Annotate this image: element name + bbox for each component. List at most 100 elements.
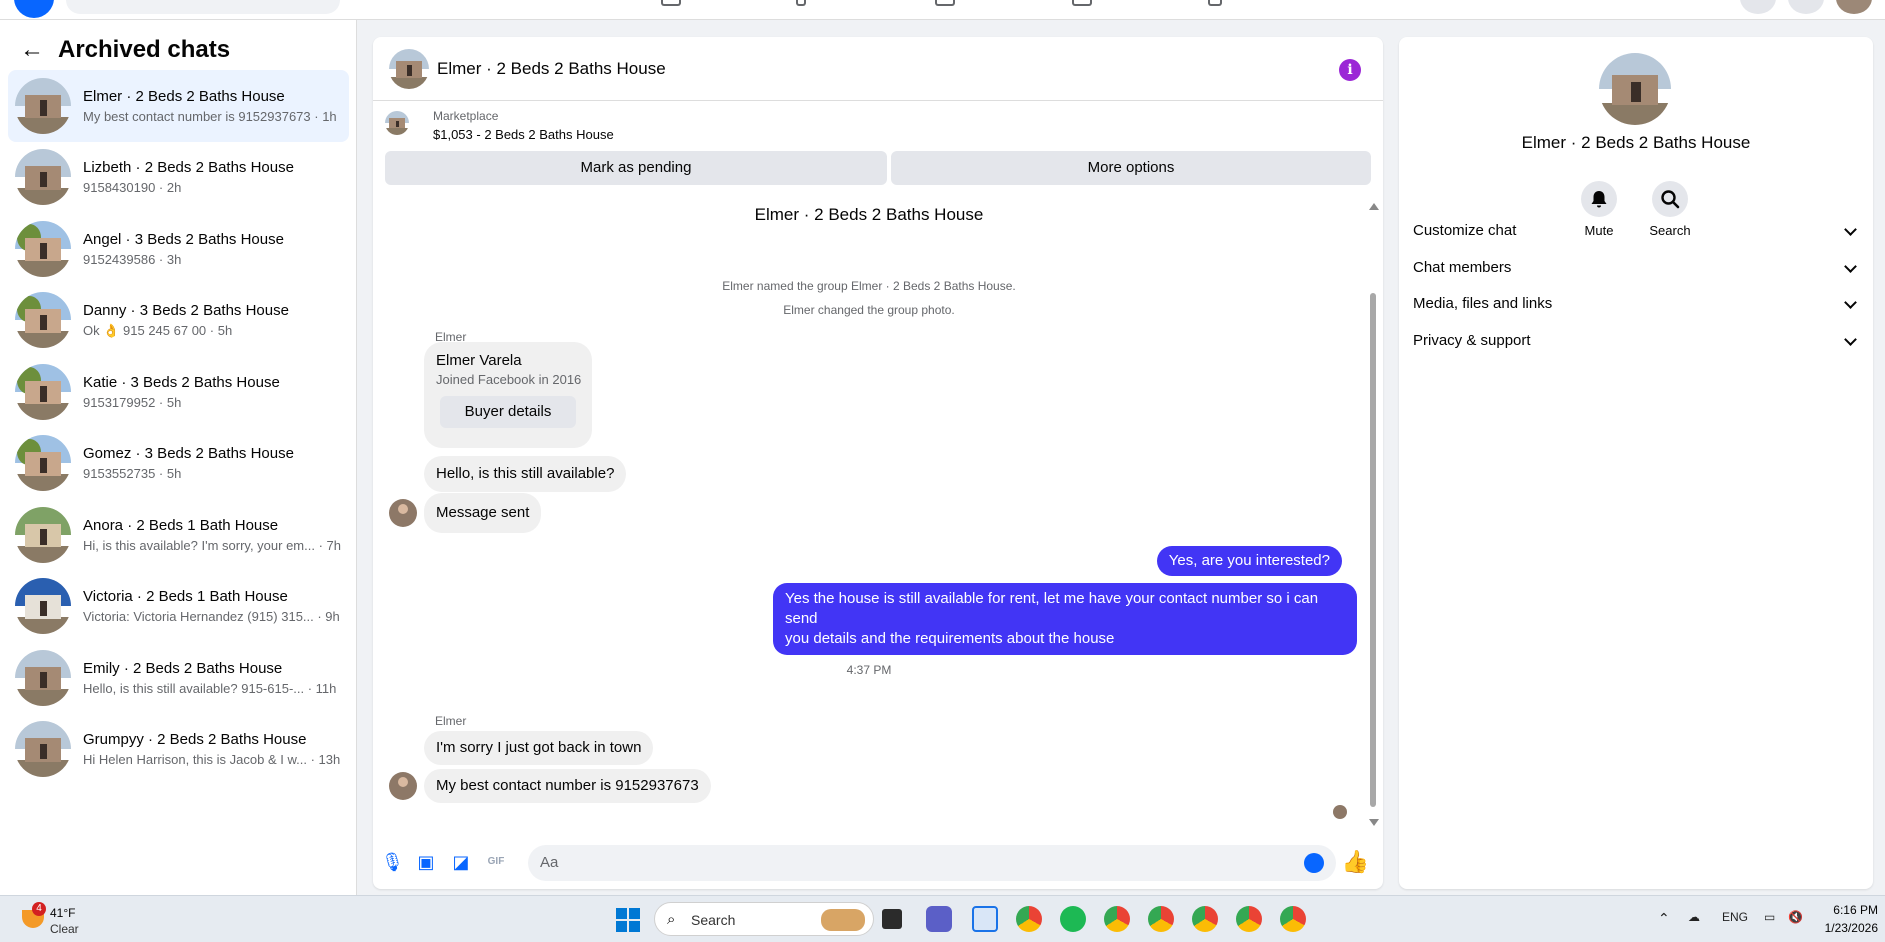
sender-avatar[interactable] bbox=[389, 499, 417, 527]
groups-nav-icon[interactable] bbox=[1072, 0, 1092, 6]
photo-icon[interactable]: ▣ bbox=[415, 851, 437, 873]
scroll-up-arrow-icon[interactable] bbox=[1369, 203, 1379, 210]
video-nav-icon[interactable] bbox=[796, 0, 806, 6]
archived-chats-header: ← Archived chats bbox=[20, 36, 230, 64]
menu-grid-icon[interactable] bbox=[1740, 0, 1776, 14]
buyer-name: Elmer Varela bbox=[436, 352, 522, 369]
gif-icon[interactable]: GIF bbox=[485, 851, 507, 873]
message-composer: 🎙 ▣ ◪ GIF Aa 👍 bbox=[373, 837, 1383, 889]
marketplace-nav-icon[interactable] bbox=[935, 0, 955, 6]
system-clock[interactable]: 6:16 PM 1/23/2026 bbox=[1822, 901, 1878, 937]
archived-chats-panel: ← Archived chats Elmer · 2 Beds 2 Baths … bbox=[0, 20, 357, 895]
teams-icon[interactable] bbox=[926, 906, 952, 932]
mark-as-pending-button[interactable]: Mark as pending bbox=[385, 151, 887, 185]
gaming-nav-icon[interactable] bbox=[1208, 0, 1222, 6]
microphone-icon[interactable]: 🎙 bbox=[381, 851, 404, 873]
section-label: Customize chat bbox=[1413, 222, 1517, 239]
profile-avatar[interactable] bbox=[1836, 0, 1872, 14]
incoming-message[interactable]: Hello, is this still available? bbox=[424, 456, 627, 492]
sticker-icon[interactable]: ◪ bbox=[450, 851, 472, 873]
info-section[interactable]: Chat members bbox=[1413, 250, 1865, 286]
facebook-logo-icon[interactable] bbox=[14, 0, 54, 18]
chat-title: Grumpyy · 2 Beds 2 Baths House bbox=[83, 731, 307, 749]
chrome-icon[interactable] bbox=[1016, 906, 1042, 932]
back-arrow-icon[interactable]: ← bbox=[20, 36, 44, 64]
panel-title: Archived chats bbox=[58, 36, 231, 63]
chat-list-item[interactable]: Angel · 3 Beds 2 Baths House 9152439586 ·… bbox=[8, 213, 349, 285]
scroll-down-arrow-icon[interactable] bbox=[1369, 819, 1379, 826]
info-section[interactable]: Privacy & support bbox=[1413, 323, 1865, 359]
buyer-details-button[interactable]: Buyer details bbox=[440, 396, 576, 428]
taskbar-search[interactable]: ⌕ Search bbox=[654, 902, 874, 936]
conversation-panel: Elmer · 2 Beds 2 Baths House i Marketpla… bbox=[373, 37, 1383, 889]
volume-muted-icon[interactable]: 🔇 bbox=[1788, 910, 1803, 924]
chat-list-item[interactable]: Emily · 2 Beds 2 Baths House Hello, is th… bbox=[8, 642, 349, 714]
weather-condition: Clear bbox=[50, 922, 79, 936]
home-nav-icon[interactable] bbox=[661, 0, 681, 6]
section-label: Media, files and links bbox=[1413, 295, 1553, 312]
chat-title: Angel · 3 Beds 2 Baths House bbox=[83, 230, 284, 248]
message-input-placeholder: Aa bbox=[540, 854, 559, 871]
taskbar-search-label: Search bbox=[691, 912, 736, 928]
weather-temperature: 41°F bbox=[50, 906, 76, 920]
info-icon[interactable]: i bbox=[1339, 59, 1361, 81]
buyer-profile-card: Elmer Varela Joined Facebook in 2016 Buy… bbox=[424, 342, 592, 448]
thumbs-up-icon[interactable]: 👍 bbox=[1342, 849, 1369, 875]
cloud-offline-icon[interactable]: ☁ bbox=[1688, 910, 1700, 924]
messenger-nav-icon[interactable] bbox=[1788, 0, 1824, 14]
section-label: Chat members bbox=[1413, 258, 1512, 276]
sender-avatar[interactable] bbox=[389, 772, 417, 800]
chat-list-item[interactable]: Anora · 2 Beds 1 Bath House Hi, is this a… bbox=[8, 499, 349, 571]
chat-thumbnail bbox=[15, 721, 71, 778]
chat-thumbnail bbox=[15, 220, 71, 277]
chrome-profile-icon[interactable] bbox=[1104, 906, 1130, 932]
emoji-icon[interactable] bbox=[1304, 853, 1324, 873]
incoming-message[interactable]: I'm sorry I just got back in town bbox=[424, 731, 654, 765]
chat-thumbnail bbox=[15, 292, 71, 349]
outgoing-message[interactable]: Yes the house is still available for ren… bbox=[773, 583, 1357, 655]
chrome-profile-icon[interactable] bbox=[1280, 906, 1306, 932]
chat-list-item[interactable]: Victoria · 2 Beds 1 Bath House Victoria: … bbox=[8, 571, 349, 643]
chat-list-item[interactable]: Katie · 3 Beds 2 Baths House 9153179952 ·… bbox=[8, 356, 349, 428]
chat-list-item[interactable]: Lizbeth · 2 Beds 2 Baths House 9158430190… bbox=[8, 142, 349, 214]
chrome-profile-icon[interactable] bbox=[1148, 906, 1174, 932]
chat-preview: Ok 👌 915 245 67 00 · 5h bbox=[83, 322, 233, 338]
info-section[interactable]: Customize chat bbox=[1413, 213, 1865, 249]
chat-title: Lizbeth · 2 Beds 2 Baths House bbox=[83, 159, 294, 177]
incoming-message[interactable]: Message sent bbox=[424, 493, 542, 533]
more-options-button[interactable]: More options bbox=[891, 151, 1371, 185]
weather-badge: 4 bbox=[32, 902, 46, 916]
scrollbar-thumb[interactable] bbox=[1370, 293, 1376, 807]
chat-thumbnail bbox=[15, 77, 71, 134]
listing-thumbnail bbox=[385, 111, 409, 135]
outgoing-message[interactable]: Yes, are you interested? bbox=[1156, 546, 1342, 576]
marketplace-label: Marketplace bbox=[433, 109, 499, 123]
message-thread[interactable]: Elmer · 2 Beds 2 Baths House Elmer named… bbox=[373, 197, 1365, 837]
snipping-tool-icon[interactable] bbox=[972, 906, 998, 932]
chat-list-item[interactable]: Elmer · 2 Beds 2 Baths House My best cont… bbox=[8, 70, 349, 142]
chevron-down-icon bbox=[1844, 296, 1857, 309]
chat-name[interactable]: Elmer · 2 Beds 2 Baths House bbox=[437, 59, 666, 79]
chat-list-item[interactable]: Grumpyy · 2 Beds 2 Baths House Hi Helen H… bbox=[8, 714, 349, 786]
chat-list-item[interactable]: Danny · 3 Beds 2 Baths House Ok 👌 915 245… bbox=[8, 285, 349, 357]
task-view-icon[interactable] bbox=[882, 909, 902, 929]
chat-preview: 9153552735 · 5h bbox=[83, 466, 182, 482]
chat-title: Victoria · 2 Beds 1 Bath House bbox=[83, 588, 288, 606]
message-scrollbar[interactable] bbox=[1369, 203, 1379, 826]
chrome-profile-icon[interactable] bbox=[1192, 906, 1218, 932]
chevron-up-icon[interactable]: ⌃ bbox=[1658, 910, 1670, 927]
chat-info-name: Elmer · 2 Beds 2 Baths House bbox=[1521, 133, 1751, 152]
language-indicator[interactable]: ENG bbox=[1722, 910, 1748, 924]
network-icon[interactable]: ▭ bbox=[1764, 910, 1775, 924]
info-section[interactable]: Media, files and links bbox=[1413, 286, 1865, 322]
incoming-message[interactable]: My best contact number is 9152937673 bbox=[424, 769, 711, 803]
facebook-search-input[interactable] bbox=[66, 0, 340, 14]
chat-list-item[interactable]: Gomez · 3 Beds 2 Baths House 9153552735 ·… bbox=[8, 428, 349, 500]
spotify-icon[interactable] bbox=[1060, 906, 1086, 932]
top-navigation-bar bbox=[0, 0, 1885, 20]
chat-avatar[interactable] bbox=[389, 49, 429, 89]
windows-start-icon[interactable] bbox=[616, 908, 640, 932]
chat-photo[interactable] bbox=[1599, 53, 1671, 125]
message-input[interactable]: Aa bbox=[528, 845, 1336, 881]
chrome-profile-icon[interactable] bbox=[1236, 906, 1262, 932]
